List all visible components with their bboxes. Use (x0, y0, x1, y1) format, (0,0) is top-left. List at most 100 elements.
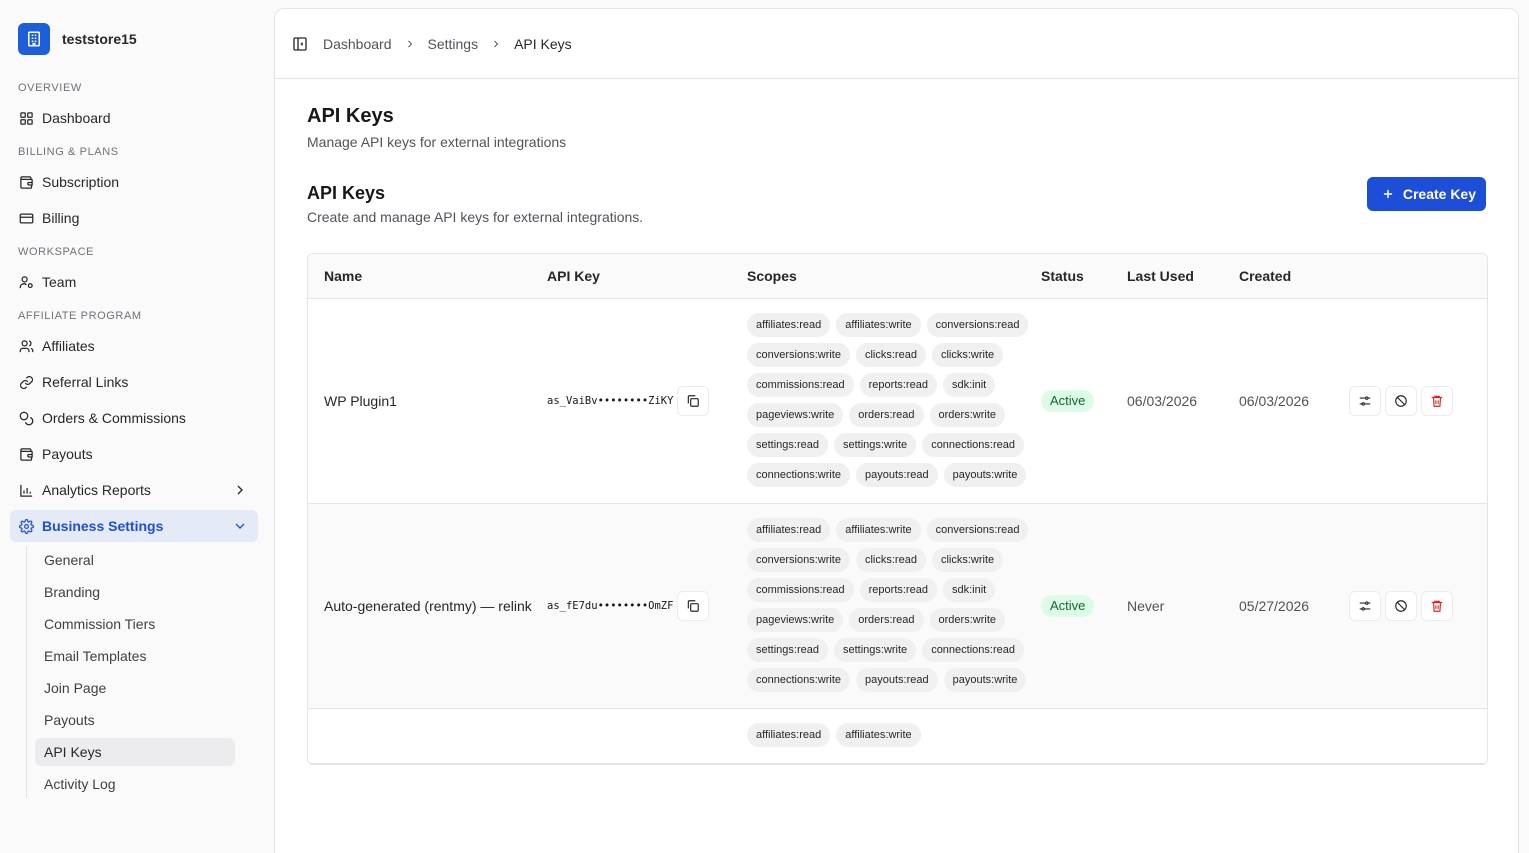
breadcrumb: Dashboard Settings API Keys (323, 36, 572, 52)
page-title: API Keys (307, 105, 394, 127)
scope-chip: settings:write (833, 638, 917, 662)
sidebar: teststore15 OVERVIEW Dashboard BILLING &… (0, 0, 268, 853)
section-subtitle: Create and manage API keys for external … (307, 209, 644, 225)
gear-icon (18, 518, 34, 534)
trash-icon[interactable] (1421, 386, 1453, 416)
scope-chip: orders:read (849, 403, 924, 427)
link-icon (18, 374, 34, 390)
main-panel: Dashboard Settings API Keys API Keys Man… (274, 8, 1519, 853)
ban-icon[interactable] (1385, 591, 1417, 621)
key-name: WP Plugin1 (324, 393, 397, 409)
column-header-created: Created (1239, 268, 1292, 284)
scope-chip: connections:write (747, 463, 850, 487)
created-date: 05/27/2026 (1239, 598, 1310, 614)
scope-chip: settings:write (833, 433, 917, 457)
column-header-status: Status (1041, 268, 1084, 284)
wallet-icon (18, 174, 34, 190)
scope-chip: clicks:write (931, 343, 1004, 367)
status-cell: Active (1041, 595, 1127, 617)
section-label-overview: OVERVIEW (18, 82, 82, 94)
sidebar-subitem-branding[interactable]: Branding (35, 578, 235, 606)
created-date: 06/03/2026 (1239, 393, 1310, 409)
key-cell: as_fE7du••••••••OmZF (547, 591, 747, 621)
sidebar-item-dashboard[interactable]: Dashboard (10, 102, 258, 134)
plus-icon (1381, 187, 1395, 201)
api-keys-table: Name API Key Scopes Status Last Used Cre… (307, 253, 1488, 765)
column-header-last-used: Last Used (1127, 268, 1194, 284)
sidebar-item-payouts[interactable]: Payouts (10, 438, 258, 470)
sidebar-toggle-icon[interactable] (291, 35, 309, 53)
table-row: WP Plugin1 as_VaiBv••••••••ZiKY affiliates… (308, 299, 1487, 504)
scope-chip: conversions:write (747, 548, 850, 572)
sidebar-subitem-payouts[interactable]: Payouts (35, 706, 235, 734)
column-header-scopes: Scopes (747, 268, 797, 284)
users-icon (18, 338, 34, 354)
breadcrumb-dashboard[interactable]: Dashboard (323, 36, 392, 52)
coins-icon (18, 410, 34, 426)
sidebar-item-label: Analytics Reports (42, 482, 151, 498)
scope-chip: sdk:init (942, 578, 996, 602)
scope-chip: clicks:write (931, 548, 1004, 572)
sidebar-item-billing[interactable]: Billing (10, 202, 258, 234)
sidebar-item-orders-commissions[interactable]: Orders & Commissions (10, 402, 258, 434)
table-row: affiliates:read affiliates:write (308, 709, 1487, 764)
sidebar-subitem-activity-log[interactable]: Activity Log (35, 770, 235, 798)
sidebar-item-team[interactable]: Team (10, 266, 258, 298)
api-key-masked: as_fE7du••••••••OmZF (547, 600, 674, 612)
scope-chip: orders:read (849, 608, 924, 632)
section-title: API Keys (307, 183, 386, 203)
copy-icon[interactable] (677, 591, 710, 621)
sliders-icon[interactable] (1349, 386, 1381, 416)
scope-chip: reports:read (859, 373, 937, 397)
sidebar-item-label: Business Settings (42, 518, 164, 534)
sidebar-item-label: Dashboard (42, 110, 111, 126)
sliders-icon[interactable] (1349, 591, 1381, 621)
scope-chip: settings:read (747, 638, 828, 662)
trash-icon[interactable] (1421, 591, 1453, 621)
scope-chip: affiliates:read (747, 313, 831, 337)
sidebar-subitem-email-templates[interactable]: Email Templates (35, 642, 235, 670)
scope-chip: payouts:read (856, 463, 938, 487)
store-switcher[interactable]: teststore15 (10, 0, 258, 78)
sidebar-item-affiliates[interactable]: Affiliates (10, 330, 258, 362)
scope-chip: commissions:read (747, 578, 854, 602)
sidebar-item-subscription[interactable]: Subscription (10, 166, 258, 198)
column-header-name: Name (324, 268, 363, 284)
sidebar-item-label: Affiliates (42, 338, 95, 354)
wallet-icon (18, 446, 34, 462)
scope-chip: pageviews:write (747, 403, 844, 427)
sidebar-item-referral-links[interactable]: Referral Links (10, 366, 258, 398)
ban-icon[interactable] (1385, 386, 1417, 416)
scope-chip: affiliates:write (836, 518, 921, 542)
scope-chip: reports:read (859, 578, 937, 602)
sidebar-subitem-join-page[interactable]: Join Page (35, 674, 235, 702)
building-icon (18, 23, 50, 55)
section-label-billing: BILLING & PLANS (18, 146, 119, 158)
sidebar-subitem-commission-tiers[interactable]: Commission Tiers (35, 610, 235, 638)
breadcrumb-settings[interactable]: Settings (428, 36, 479, 52)
scope-chip: connections:read (922, 433, 1024, 457)
status-badge: Active (1041, 390, 1095, 412)
status-cell: Active (1041, 390, 1127, 412)
page-subtitle: Manage API keys for external integration… (307, 134, 567, 150)
scope-chip: affiliates:write (836, 723, 921, 747)
scope-chip: payouts:write (943, 463, 1027, 487)
table-header: Name API Key Scopes Status Last Used Cre… (308, 254, 1487, 299)
column-header-api-key: API Key (547, 268, 600, 284)
key-cell: as_VaiBv••••••••ZiKY (547, 386, 747, 416)
sidebar-subitem-general[interactable]: General (35, 546, 235, 574)
create-key-button[interactable]: Create Key (1366, 177, 1486, 211)
sidebar-item-analytics-reports[interactable]: Analytics Reports (10, 474, 258, 506)
scope-chip: commissions:read (747, 373, 854, 397)
sidebar-item-label: Team (42, 274, 77, 290)
scope-chip: orders:write (929, 403, 1005, 427)
last-used: Never (1127, 598, 1165, 614)
section-label-workspace: WORKSPACE (18, 246, 95, 258)
scopes-list: affiliates:read affiliates:write conversio… (747, 504, 1041, 708)
sidebar-item-label: Billing (42, 210, 80, 226)
sidebar-subitem-api-keys[interactable]: API Keys (35, 738, 235, 766)
copy-icon[interactable] (677, 386, 710, 416)
scope-chip: connections:read (922, 638, 1024, 662)
sidebar-item-business-settings[interactable]: Business Settings (10, 510, 258, 542)
sidebar-item-label: Orders & Commissions (42, 410, 186, 426)
